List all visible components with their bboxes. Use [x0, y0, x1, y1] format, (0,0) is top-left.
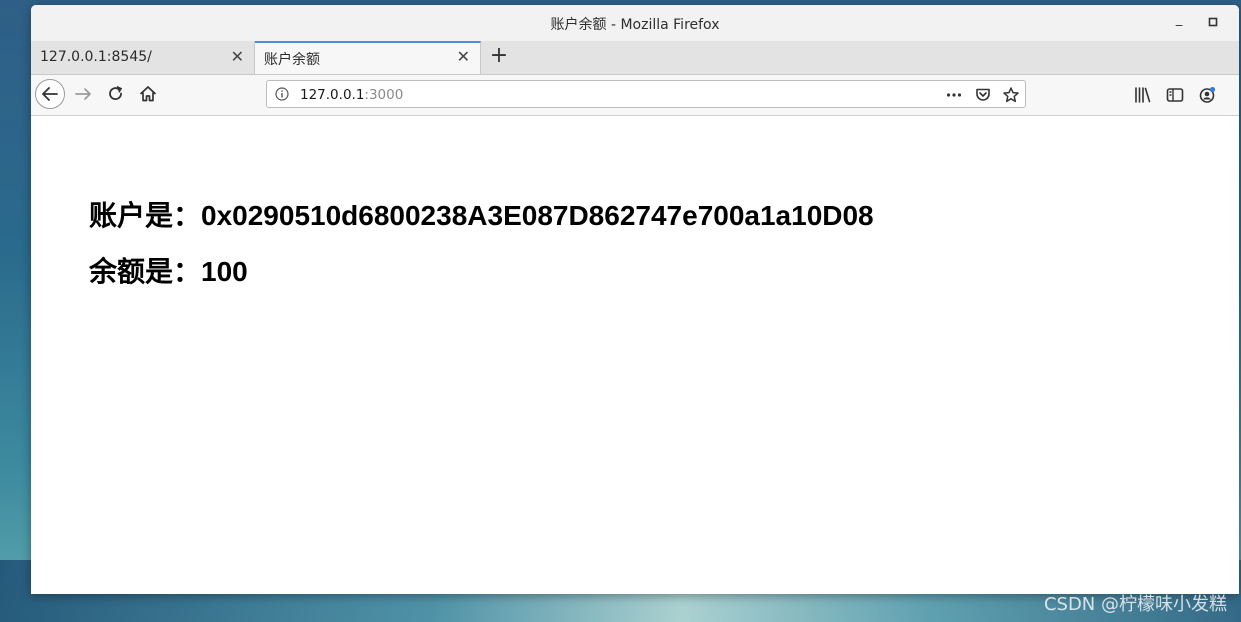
tab-label: 账户余额 [264, 52, 320, 68]
tab-label: 127.0.0.1:8545/ [40, 49, 152, 65]
sidebar-icon[interactable] [1165, 85, 1185, 105]
page-content: 账户是：0x0290510d6800238A3E087D862747e700a1… [31, 116, 1239, 594]
account-icon[interactable] [1197, 85, 1217, 105]
balance-line: 余额是：100 [89, 250, 248, 290]
tab-strip: 127.0.0.1:8545/ ✕ 账户余额 ✕ + [31, 41, 1239, 75]
back-arrow-icon [42, 87, 58, 101]
forward-arrow-icon [75, 88, 91, 100]
tab-close-button[interactable]: ✕ [231, 47, 244, 66]
pocket-icon[interactable] [974, 86, 992, 104]
navigation-toolbar: 127.0.0.1:3000 [31, 75, 1239, 116]
info-icon[interactable] [275, 87, 289, 101]
maximize-icon [1208, 17, 1218, 27]
tab-close-button[interactable]: ✕ [457, 47, 470, 66]
url-text: 127.0.0.1:3000 [300, 87, 403, 103]
url-bar[interactable]: 127.0.0.1:3000 [266, 80, 1026, 108]
tab-rpc[interactable]: 127.0.0.1:8545/ ✕ [31, 41, 255, 74]
forward-button[interactable] [73, 83, 95, 105]
url-port: :3000 [364, 87, 404, 103]
new-tab-button[interactable]: + [487, 44, 511, 68]
window-title: 账户余额 - Mozilla Firefox [550, 17, 720, 33]
back-button[interactable] [35, 79, 65, 109]
account-line: 账户是：0x0290510d6800238A3E087D862747e700a1… [89, 194, 874, 234]
minimize-button[interactable]: _ [1169, 10, 1189, 30]
reload-icon [109, 86, 122, 100]
page-actions-icon[interactable] [945, 86, 963, 104]
home-icon [139, 86, 157, 102]
bookmark-star-icon[interactable] [1002, 86, 1020, 104]
maximize-button[interactable] [1203, 13, 1223, 33]
home-button[interactable] [137, 83, 159, 105]
balance-label: 余额是： [89, 256, 202, 287]
watermark: CSDN @柠檬味小发糕 [1043, 594, 1227, 615]
balance-value: 100 [201, 256, 248, 287]
browser-window: 账户余额 - Mozilla Firefox _ 127.0.0.1:8545/… [31, 5, 1239, 594]
account-address: 0x0290510d6800238A3E087D862747e700a1a10D… [201, 200, 874, 231]
tab-account-balance[interactable]: 账户余额 ✕ [255, 41, 481, 74]
reload-button[interactable] [105, 83, 127, 105]
library-icon[interactable] [1133, 85, 1153, 105]
title-bar: 账户余额 - Mozilla Firefox _ [31, 5, 1239, 42]
account-label: 账户是： [89, 200, 202, 231]
url-host: 127.0.0.1 [300, 87, 365, 103]
